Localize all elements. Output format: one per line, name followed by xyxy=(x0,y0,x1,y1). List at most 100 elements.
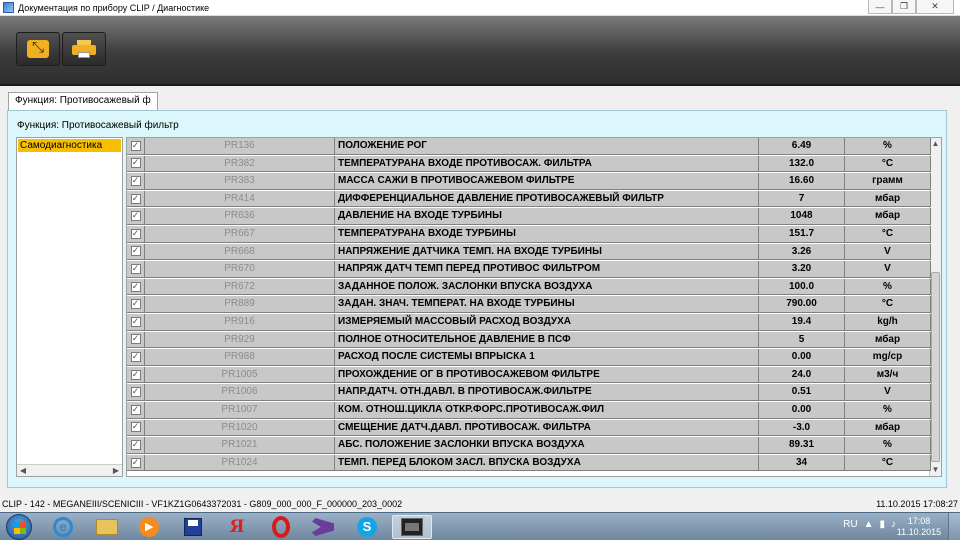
table-row[interactable]: ✓ PR668 НАПРЯЖЕНИЕ ДАТЧИКА ТЕМП. НА ВХОДЕ … xyxy=(127,243,931,262)
table-row[interactable]: ✓ PR136 ПОЛОЖЕНИЕ РОГ 6.49% xyxy=(127,138,931,156)
param-unit: °C xyxy=(845,454,931,472)
taskbar: e Я S RU ▲ ▮ ♪ 17:08 11.10.2015 xyxy=(0,512,960,540)
table-row[interactable]: ✓ PR667 ТЕМПЕРАТУРАНА ВХОДЕ ТУРБИНЫ 151.7 °C xyxy=(127,226,931,244)
table-row[interactable]: ✓ PR1021 АБС. ПОЛОЖЕНИЕ ЗАСЛОНКИ ВПУСКА ВО… xyxy=(127,437,931,455)
row-checkbox[interactable]: ✓ xyxy=(130,316,141,327)
row-checkbox-cell: ✓ xyxy=(127,402,145,419)
table-row[interactable]: ✓ PR916 ИЗМЕРЯЕМЫЙ МАССОВЫЙ РАСХОД ВОЗДУХА… xyxy=(127,314,931,332)
scroll-left-icon[interactable]: ◀ xyxy=(17,465,29,476)
param-value: 89.31 xyxy=(759,437,845,454)
tab-function[interactable]: Функция: Противосажевый ф xyxy=(8,92,158,110)
row-checkbox[interactable]: ✓ xyxy=(130,457,141,468)
row-checkbox[interactable]: ✓ xyxy=(130,299,141,310)
show-desktop-button[interactable] xyxy=(948,513,960,540)
tab-strip: Функция: Противосажевый ф xyxy=(0,88,960,110)
table-row[interactable]: ✓ PR672 ЗАДАННОЕ ПОЛОЖ. ЗАСЛОНКИ ВПУСКА ВО… xyxy=(127,278,931,297)
taskbar-clip[interactable] xyxy=(392,515,432,539)
scroll-right-icon[interactable]: ▶ xyxy=(110,465,122,476)
scroll-thumb[interactable] xyxy=(931,272,940,462)
table-row[interactable]: ✓ PR988 РАСХОД ПОСЛЕ СИСТЕМЫ ВПРЫСКА 1 0.00… xyxy=(127,349,931,367)
close-button[interactable]: ✕ xyxy=(916,0,954,14)
status-bar: CLIP - 142 - MEGANEIII/SCENICIII - VF1KZ… xyxy=(0,498,960,512)
param-code: PR414 xyxy=(145,190,335,208)
taskbar-explorer[interactable] xyxy=(92,515,122,539)
table-row[interactable]: ✓ PR1005 ПРОХОЖДЕНИЕ ОГ В ПРОТИВОСАЖЕВОМ Ф… xyxy=(127,366,931,385)
row-checkbox-cell: ✓ xyxy=(127,454,145,472)
language-indicator[interactable]: RU xyxy=(843,519,857,530)
scroll-down-icon[interactable]: ▼ xyxy=(930,464,941,476)
row-checkbox[interactable]: ✓ xyxy=(130,369,141,380)
taskbar-skype[interactable]: S xyxy=(352,515,382,539)
table-row[interactable]: ✓ PR670 НАПРЯЖ ДАТЧ ТЕМП ПЕРЕД ПРОТИВОС ФИ… xyxy=(127,261,931,279)
table-row[interactable]: ✓ PR383 МАССА САЖИ В ПРОТИВОСАЖЕВОМ ФИЛЬТР… xyxy=(127,173,931,191)
param-unit: мбар xyxy=(845,331,931,349)
taskbar-ie[interactable]: e xyxy=(48,515,78,539)
row-checkbox[interactable]: ✓ xyxy=(130,228,141,239)
table-row[interactable]: ✓ PR414 ДИФФЕРЕНЦИАЛЬНОЕ ДАВЛЕНИЕ ПРОТИВОС… xyxy=(127,190,931,209)
row-checkbox[interactable]: ✓ xyxy=(130,404,141,415)
param-name: НАПРЯЖ ДАТЧ ТЕМП ПЕРЕД ПРОТИВОС ФИЛЬТРОМ xyxy=(335,261,759,278)
row-checkbox[interactable]: ✓ xyxy=(130,175,141,186)
param-name: РАСХОД ПОСЛЕ СИСТЕМЫ ВПРЫСКА 1 xyxy=(335,349,759,366)
taskbar-visual-studio[interactable] xyxy=(308,515,338,539)
save-icon xyxy=(184,518,202,536)
row-checkbox[interactable]: ✓ xyxy=(130,334,141,345)
param-value: 34 xyxy=(759,454,845,472)
param-code: PR988 xyxy=(145,349,335,366)
param-value: 3.20 xyxy=(759,261,845,278)
row-checkbox-cell: ✓ xyxy=(127,331,145,349)
param-unit: kg/h xyxy=(845,314,931,331)
left-horizontal-scrollbar[interactable]: ◀ ▶ xyxy=(17,464,122,476)
row-checkbox[interactable]: ✓ xyxy=(130,140,141,151)
row-checkbox[interactable]: ✓ xyxy=(130,387,141,398)
param-value: 3.26 xyxy=(759,243,845,261)
table-row[interactable]: ✓ PR929 ПОЛНОЕ ОТНОСИТЕЛЬНОЕ ДАВЛЕНИЕ В ПС… xyxy=(127,331,931,350)
start-button[interactable] xyxy=(6,514,32,540)
print-button[interactable] xyxy=(62,32,106,66)
taskbar-media[interactable] xyxy=(134,515,164,539)
row-checkbox[interactable]: ✓ xyxy=(130,422,141,433)
table-row[interactable]: ✓ PR889 ЗАДАН. ЗНАЧ. ТЕМПЕРАТ. НА ВХОДЕ ТУ… xyxy=(127,296,931,314)
row-checkbox[interactable]: ✓ xyxy=(130,263,141,274)
scroll-up-icon[interactable]: ▲ xyxy=(930,138,941,150)
param-code: PR1020 xyxy=(145,419,335,437)
param-value: -3.0 xyxy=(759,419,845,437)
taskbar-save[interactable] xyxy=(178,515,208,539)
taskbar-yandex[interactable]: Я xyxy=(222,515,252,539)
row-checkbox[interactable]: ✓ xyxy=(130,193,141,204)
param-name: КОМ. ОТНОШ.ЦИКЛА ОТКР.ФОРС.ПРОТИВОСАЖ.ФИ… xyxy=(335,402,759,419)
title-bar: Документация по прибору CLIP / Диагности… xyxy=(0,0,960,16)
param-code: PR667 xyxy=(145,226,335,243)
row-checkbox[interactable]: ✓ xyxy=(130,158,141,169)
table-row[interactable]: ✓ PR382 ТЕМПЕРАТУРАНА ВХОДЕ ПРОТИВОСАЖ. ФИ… xyxy=(127,155,931,174)
row-checkbox[interactable]: ✓ xyxy=(130,439,141,450)
row-checkbox[interactable]: ✓ xyxy=(130,211,141,222)
param-value: 7 xyxy=(759,190,845,208)
printer-icon xyxy=(72,40,96,58)
param-unit: °C xyxy=(845,155,931,173)
param-code: PR1021 xyxy=(145,437,335,454)
param-code: PR636 xyxy=(145,208,335,225)
table-row[interactable]: ✓ PR1007 КОМ. ОТНОШ.ЦИКЛА ОТКР.ФОРС.ПРОТИВ… xyxy=(127,402,931,420)
fullscreen-button[interactable] xyxy=(16,32,60,66)
minimize-button[interactable]: — xyxy=(868,0,892,14)
tray-network-icon[interactable]: ▮ xyxy=(879,519,885,530)
maximize-button[interactable]: ❐ xyxy=(892,0,916,14)
row-checkbox-cell: ✓ xyxy=(127,190,145,208)
row-checkbox[interactable]: ✓ xyxy=(130,281,141,292)
table-row[interactable]: ✓ PR636 ДАВЛЕНИЕ НА ВХОДЕ ТУРБИНЫ 1048 мбар xyxy=(127,208,931,226)
taskbar-opera[interactable] xyxy=(266,515,296,539)
clock[interactable]: 17:08 11.10.2015 xyxy=(896,516,942,538)
param-name: ДАВЛЕНИЕ НА ВХОДЕ ТУРБИНЫ xyxy=(335,208,759,225)
param-value: 6.49 xyxy=(759,138,845,155)
row-checkbox[interactable]: ✓ xyxy=(130,246,141,257)
left-list: Самодиагностика ◀ ▶ xyxy=(16,137,123,477)
row-checkbox-cell: ✓ xyxy=(127,226,145,243)
tray-chevron-icon[interactable]: ▲ xyxy=(864,519,874,530)
param-value: 0.00 xyxy=(759,402,845,419)
row-checkbox[interactable]: ✓ xyxy=(130,351,141,362)
table-row[interactable]: ✓ PR1024 ТЕМП. ПЕРЕД БЛОКОМ ЗАСЛ. ВПУСКА В… xyxy=(127,454,931,473)
table-row[interactable]: ✓ PR1006 НАПР.ДАТЧ. ОТН.ДАВЛ. В ПРОТИВОСАЖ… xyxy=(127,384,931,402)
list-item-self-diagnostics[interactable]: Самодиагностика xyxy=(18,139,121,152)
table-row[interactable]: ✓ PR1020 СМЕЩЕНИЕ ДАТЧ.ДАВЛ. ПРОТИВОСАЖ. Ф… xyxy=(127,419,931,438)
